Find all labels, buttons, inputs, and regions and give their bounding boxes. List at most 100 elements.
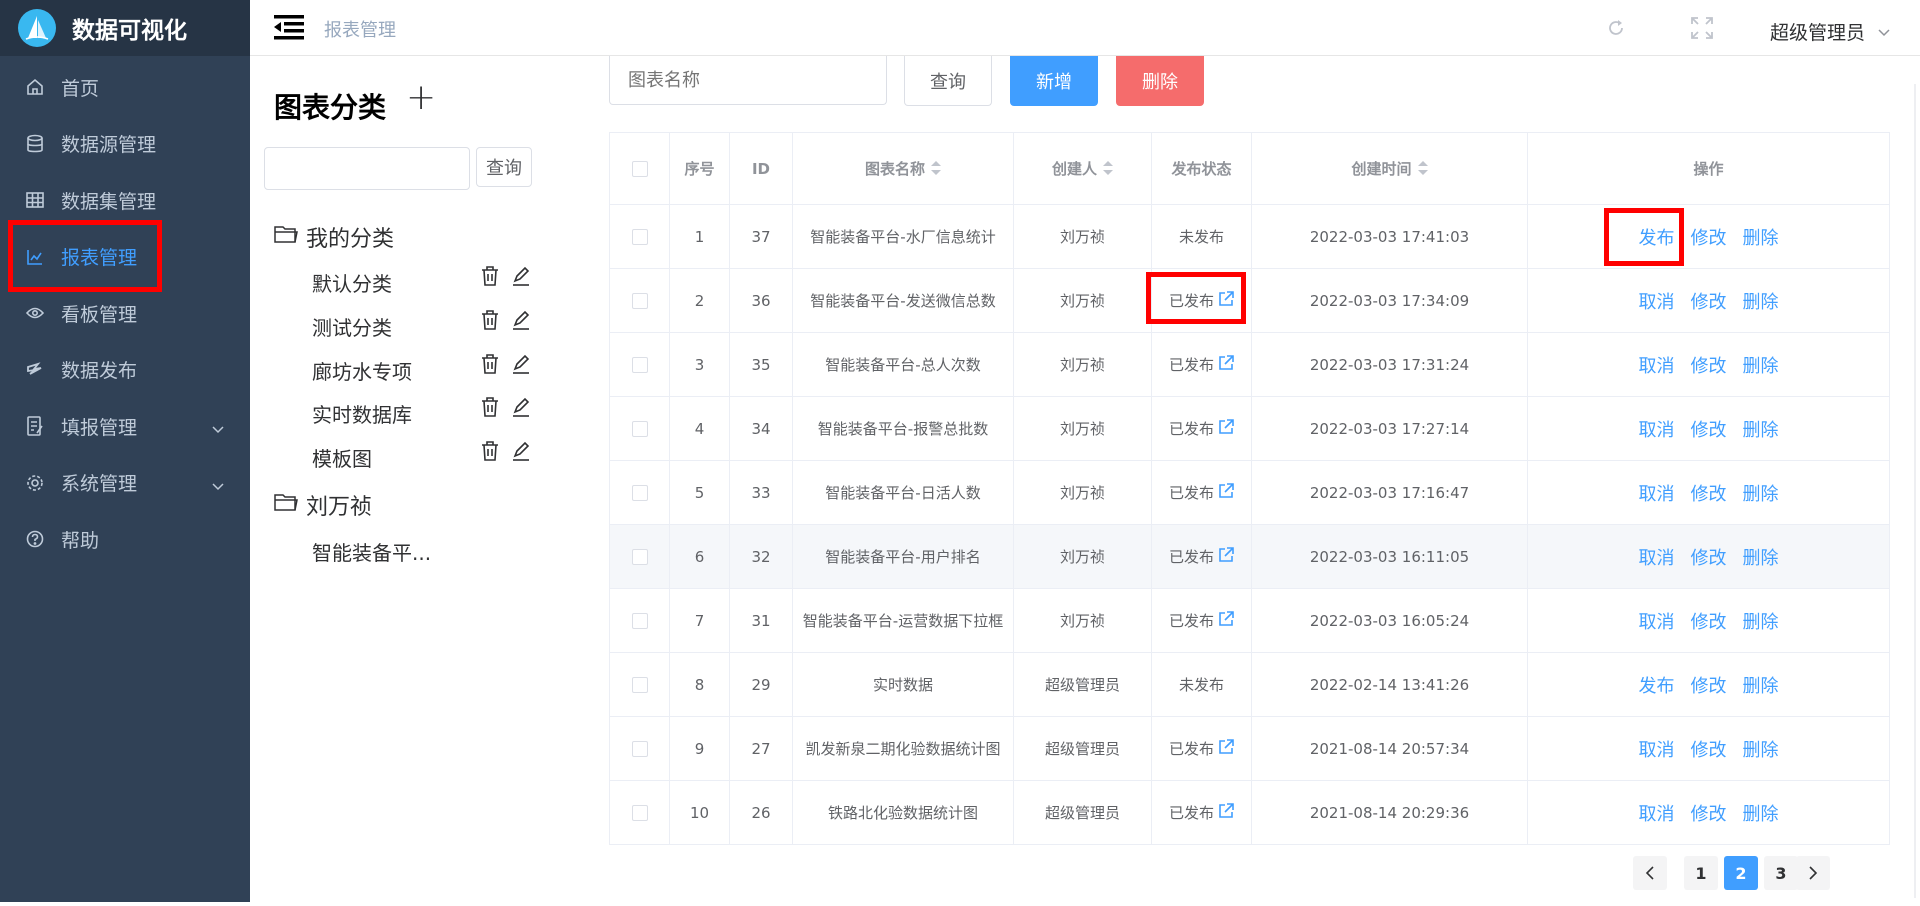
- category-search-input[interactable]: [264, 147, 470, 190]
- row-checkbox[interactable]: [631, 613, 648, 629]
- delete-button[interactable]: 删除: [1116, 56, 1204, 106]
- header-creator[interactable]: 创建人: [1013, 132, 1152, 205]
- delete-link[interactable]: 删除: [1743, 480, 1779, 506]
- query-button[interactable]: 查询: [904, 56, 992, 106]
- chevron-down-icon[interactable]: [1878, 22, 1890, 41]
- sidebar-item-5[interactable]: 看板管理: [0, 285, 250, 341]
- tree-folder[interactable]: 我的分类: [274, 221, 394, 253]
- next-page-button[interactable]: [1796, 856, 1830, 890]
- delete-link[interactable]: 删除: [1743, 288, 1779, 314]
- table-row[interactable]: 7 31 智能装备平台-运营数据下拉框 刘万祯 已发布 2022-03-03 16:05:…: [609, 588, 1890, 653]
- edit-link[interactable]: 修改: [1691, 672, 1727, 698]
- row-checkbox[interactable]: [631, 421, 648, 437]
- table-row[interactable]: 2 36 智能装备平台-发送微信总数 刘万祯 已发布 2022-03-03 17:34:0…: [609, 268, 1890, 333]
- edit-link[interactable]: 修改: [1691, 288, 1727, 314]
- external-link-icon[interactable]: [1218, 483, 1234, 503]
- toggle-publish-link[interactable]: 取消: [1639, 480, 1675, 506]
- sidebar-item-3[interactable]: 数据集管理: [0, 172, 250, 228]
- edit-icon[interactable]: [512, 266, 532, 286]
- edit-icon[interactable]: [512, 354, 532, 374]
- add-category-button[interactable]: +: [406, 80, 436, 116]
- hamburger-icon[interactable]: [274, 14, 304, 40]
- toggle-publish-link[interactable]: 取消: [1639, 608, 1675, 634]
- row-checkbox[interactable]: [631, 293, 648, 309]
- sort-icon[interactable]: [931, 160, 941, 179]
- sidebar-item-4[interactable]: 报表管理: [0, 229, 250, 285]
- external-link-icon[interactable]: [1218, 419, 1234, 439]
- edit-link[interactable]: 修改: [1691, 480, 1727, 506]
- table-row[interactable]: 10 26 铁路北化验数据统计图 超级管理员 已发布 2021-08-14 20:29:3…: [609, 780, 1890, 845]
- trash-icon[interactable]: [481, 310, 501, 330]
- table-row[interactable]: 1 37 智能装备平台-水厂信息统计 刘万祯 未发布 2022-03-03 17:41:0…: [609, 204, 1890, 269]
- table-row[interactable]: 9 27 凯发新泉二期化验数据统计图 超级管理员 已发布 2021-08-14 20:57…: [609, 716, 1890, 781]
- sidebar-item-1[interactable]: 首页: [0, 59, 250, 115]
- table-row[interactable]: 5 33 智能装备平台-日活人数 刘万祯 已发布 2022-03-03 17:16:47 取…: [609, 460, 1890, 525]
- row-checkbox[interactable]: [631, 485, 648, 501]
- external-link-icon[interactable]: [1218, 291, 1234, 311]
- delete-link[interactable]: 删除: [1743, 672, 1779, 698]
- delete-link[interactable]: 删除: [1743, 416, 1779, 442]
- tree-leaf[interactable]: 默认分类: [312, 268, 392, 297]
- delete-link[interactable]: 删除: [1743, 352, 1779, 378]
- page-button[interactable]: 3: [1764, 856, 1798, 890]
- edit-link[interactable]: 修改: [1691, 608, 1727, 634]
- edit-icon[interactable]: [512, 310, 532, 330]
- delete-link[interactable]: 删除: [1743, 608, 1779, 634]
- toggle-publish-link[interactable]: 取消: [1639, 352, 1675, 378]
- row-checkbox[interactable]: [631, 741, 648, 757]
- table-row[interactable]: 8 29 实时数据 超级管理员 未发布 2022-02-14 13:41:26 发布 修改 删除: [609, 652, 1890, 717]
- edit-icon[interactable]: [512, 441, 532, 461]
- prev-page-button[interactable]: [1633, 856, 1667, 890]
- tree-leaf[interactable]: 实时数据库: [312, 399, 412, 428]
- tree-folder[interactable]: 刘万祯: [274, 489, 372, 521]
- edit-link[interactable]: 修改: [1691, 800, 1727, 826]
- delete-link[interactable]: 删除: [1743, 736, 1779, 762]
- add-button[interactable]: 新增: [1010, 56, 1098, 106]
- page-button[interactable]: 2: [1724, 856, 1758, 890]
- select-all-checkbox[interactable]: [631, 161, 648, 177]
- header-time[interactable]: 创建时间: [1251, 132, 1528, 205]
- toggle-publish-link[interactable]: 发布: [1639, 224, 1675, 250]
- external-link-icon[interactable]: [1218, 355, 1234, 375]
- category-query-button[interactable]: 查询: [476, 147, 532, 187]
- row-checkbox[interactable]: [631, 549, 648, 565]
- sidebar-item-6[interactable]: 数据发布: [0, 342, 250, 398]
- sidebar-item-9[interactable]: 帮助: [0, 511, 250, 567]
- external-link-icon[interactable]: [1218, 803, 1234, 823]
- toggle-publish-link[interactable]: 发布: [1639, 672, 1675, 698]
- sidebar-item-2[interactable]: 数据源管理: [0, 116, 250, 172]
- edit-link[interactable]: 修改: [1691, 544, 1727, 570]
- fullscreen-icon[interactable]: [1690, 16, 1714, 44]
- sort-icon[interactable]: [1417, 160, 1428, 179]
- delete-link[interactable]: 删除: [1743, 544, 1779, 570]
- toggle-publish-link[interactable]: 取消: [1639, 544, 1675, 570]
- tree-leaf[interactable]: 廊坊水专项: [312, 356, 412, 385]
- toggle-publish-link[interactable]: 取消: [1639, 416, 1675, 442]
- row-checkbox[interactable]: [631, 805, 648, 821]
- tree-leaf[interactable]: 智能装备平...: [312, 537, 431, 566]
- row-checkbox[interactable]: [631, 229, 648, 245]
- scrollbar[interactable]: [1912, 64, 1918, 902]
- external-link-icon[interactable]: [1218, 739, 1234, 759]
- table-row[interactable]: 4 34 智能装备平台-报警总批数 刘万祯 已发布 2022-03-03 17:27:14…: [609, 396, 1890, 461]
- trash-icon[interactable]: [481, 397, 501, 417]
- trash-icon[interactable]: [481, 354, 501, 374]
- trash-icon[interactable]: [481, 266, 501, 286]
- sidebar-item-8[interactable]: 系统管理: [0, 455, 250, 511]
- app-logo[interactable]: 数据可视化: [0, 0, 250, 56]
- page-button[interactable]: 1: [1684, 856, 1718, 890]
- header-name[interactable]: 图表名称: [792, 132, 1014, 205]
- row-checkbox[interactable]: [631, 357, 648, 373]
- toggle-publish-link[interactable]: 取消: [1639, 800, 1675, 826]
- external-link-icon[interactable]: [1218, 611, 1234, 631]
- edit-link[interactable]: 修改: [1691, 736, 1727, 762]
- edit-icon[interactable]: [512, 397, 532, 417]
- delete-link[interactable]: 删除: [1743, 224, 1779, 250]
- trash-icon[interactable]: [481, 441, 501, 461]
- edit-link[interactable]: 修改: [1691, 224, 1727, 250]
- sort-icon[interactable]: [1103, 160, 1113, 179]
- edit-link[interactable]: 修改: [1691, 416, 1727, 442]
- chart-name-search-input[interactable]: [609, 56, 887, 105]
- user-menu[interactable]: 超级管理员: [1770, 18, 1865, 45]
- table-row[interactable]: 3 35 智能装备平台-总人次数 刘万祯 已发布 2022-03-03 17:31:24 取…: [609, 332, 1890, 397]
